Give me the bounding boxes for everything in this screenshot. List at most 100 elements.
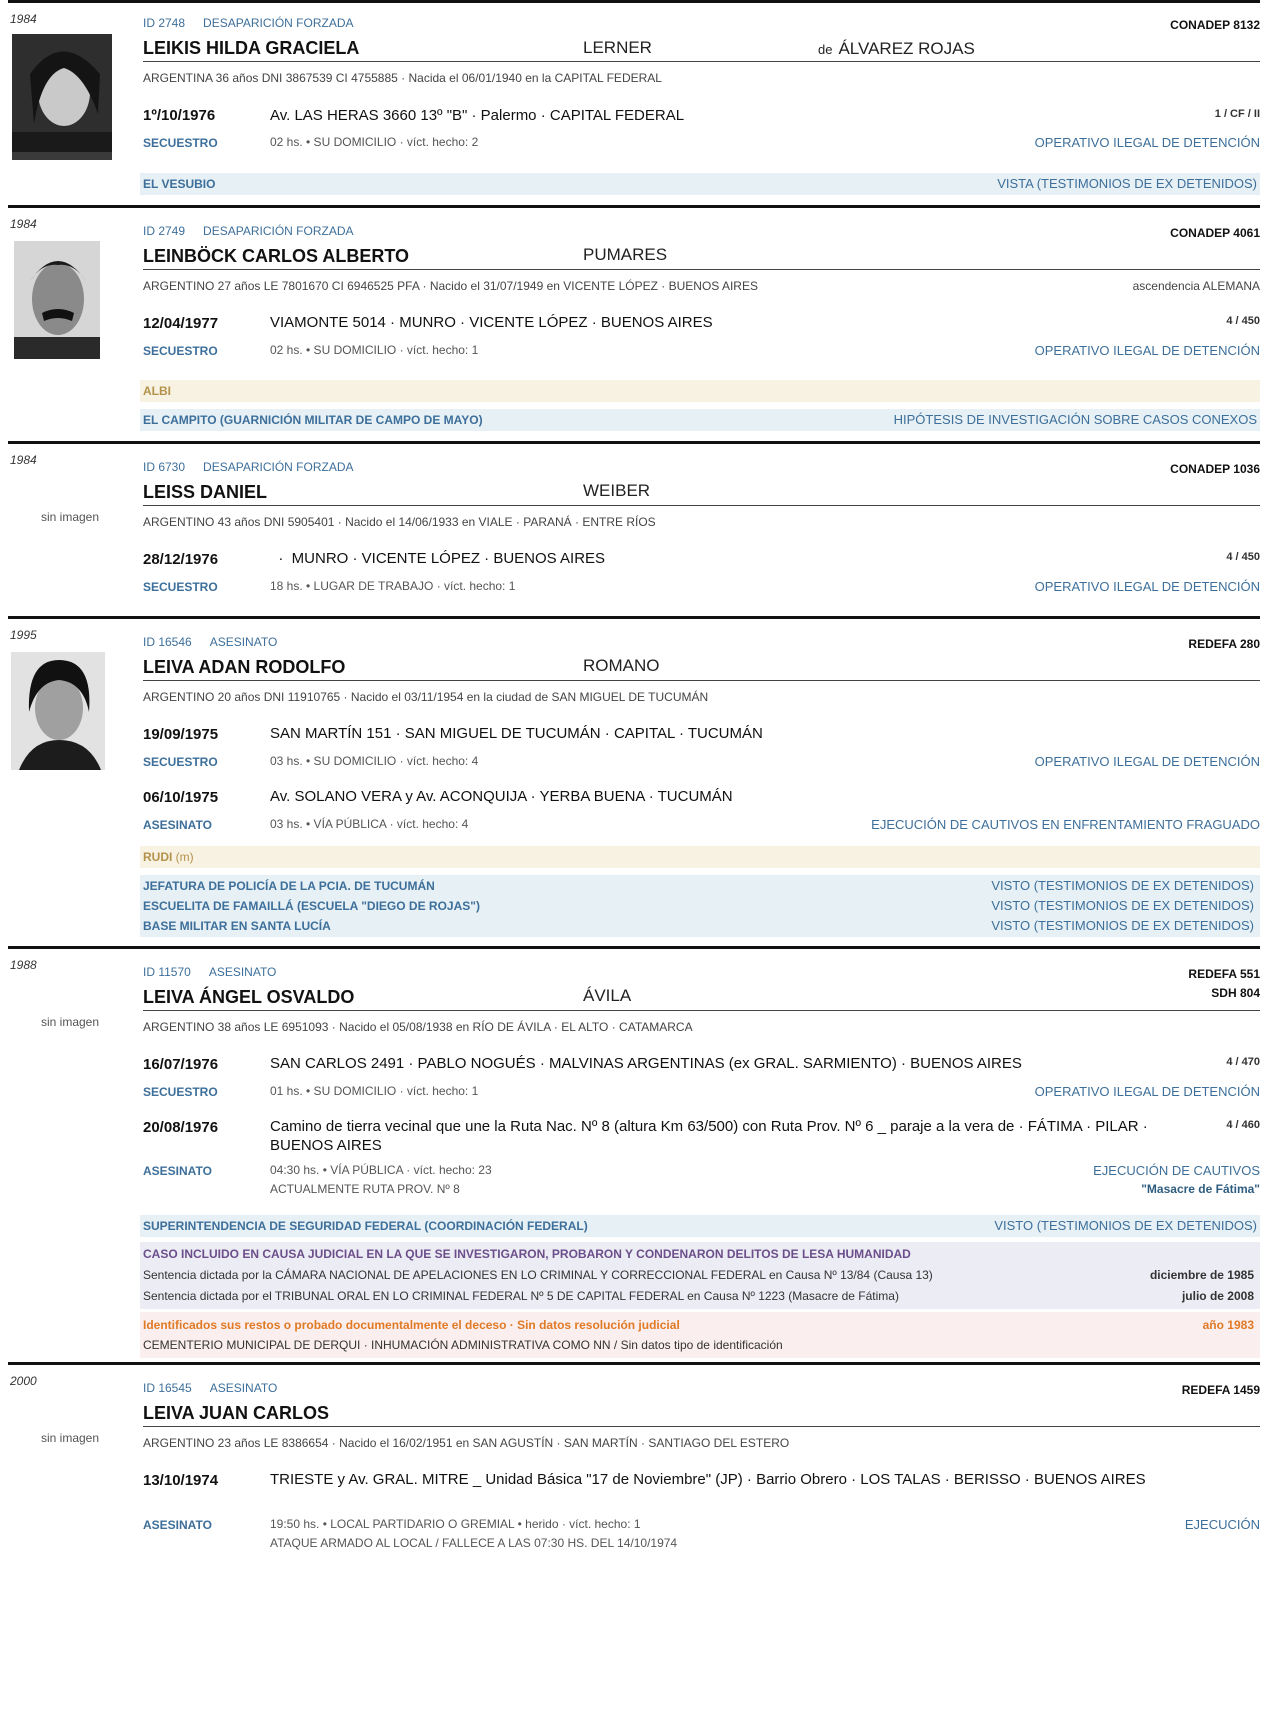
registry-code: REDEFA 551 [1188,967,1260,981]
event-detail: 01 hs. • SU DOMICILIO · víct. hecho: 1 [270,1084,479,1098]
victim-name: LEIVA ÁNGEL OSVALDO [143,987,355,1007]
record-id: ID 6730 DESAPARICIÓN FORZADA [143,460,354,474]
victim-married-name: de ÁLVAREZ ROJAS [818,39,975,58]
zone-code: 4 / 450 [1226,551,1260,563]
event-classification: OPERATIVO ILEGAL DE DETENCIÓN [1034,754,1260,769]
name-rule [143,505,1260,506]
event-date: 12/04/1977 [143,315,219,332]
event-address-2: Av. SOLANO VERA y Av. ACONQUIJA · YERBA … [270,788,733,805]
remains-block: Identificados sus restos o probado docum… [140,1312,1260,1358]
event-type: SECUESTRO [143,755,218,769]
registry-code: REDEFA 1459 [1181,1383,1260,1397]
name-rule [143,269,1260,270]
event-type: SECUESTRO [143,580,218,594]
event-detail: 03 hs. • SU DOMICILIO · víct. hecho: 4 [270,754,479,768]
record-id: ID 2748 DESAPARICIÓN FORZADA [143,16,354,30]
detention-center: EL VESUBIO VISTA (TESTIMONIOS DE EX DETEN… [140,173,1260,195]
name-rule [143,1010,1260,1011]
victim-maternal-surname: WEIBER [583,481,651,500]
event-classification-2: EJECUCIÓN DE CAUTIVOS EN ENFRENTAMIENTO … [871,817,1260,832]
victim-maternal-surname: LERNER [583,38,652,57]
record-id: ID 16545 ASESINATO [143,1381,278,1395]
record-year: 1984 [10,217,37,231]
detention-center: BASE MILITAR EN SANTA LUCÍA VISTO (TESTIM… [143,918,1254,933]
zone-code: 4 / 450 [1226,315,1260,327]
portrait-male-icon [11,652,105,770]
record-year: 2000 [10,1374,37,1388]
event-date: 28/12/1976 [143,551,219,568]
zone-code: 4 / 470 [1226,1056,1260,1068]
event-classification: EJECUCIÓN [1184,1517,1260,1532]
record-year: 1995 [10,628,37,642]
record-divider [8,205,1260,208]
record-year: 1988 [10,958,37,972]
event-detail-2: 04:30 hs. • VÍA PÚBLICA · víct. hecho: 2… [270,1163,492,1196]
record-year: 1984 [10,12,37,26]
event-classification-2: EJECUCIÓN DE CAUTIVOS "Masacre de Fátima" [1093,1163,1260,1196]
record-id: ID 16546 ASESINATO [143,635,278,649]
detention-centers: JEFATURA DE POLICÍA DE LA PCIA. DE TUCUM… [140,875,1260,937]
event-address: VIAMONTE 5014 · MUNRO · VICENTE LÓPEZ · … [270,314,713,331]
record-divider [8,946,1260,949]
detention-center: EL CAMPITO (GUARNICIÓN MILITAR DE CAMPO … [140,409,1260,431]
no-image-label: sin imagen [40,1015,100,1029]
registry-code-2: SDH 804 [1211,986,1260,1000]
record-year: 1984 [10,453,37,467]
personal-info: ARGENTINO 43 años DNI 5905401 · Nacido e… [143,515,656,529]
event-type-2: ASESINATO [143,818,212,832]
registry-code: CONADEP 8132 [1170,18,1260,32]
record-id: ID 11570 ASESINATO [143,965,277,979]
zone-code-2: 4 / 460 [1226,1119,1260,1131]
event-address-2: Camino de tierra vecinal que une la Ruta… [270,1118,1148,1154]
victim-maternal-surname: ÁVILA [583,986,632,1005]
no-image-label: sin imagen [40,1431,100,1445]
detention-center: ESCUELITA DE FAMAILLÁ (ESCUELA "DIEGO DE… [143,898,1254,913]
judicial-sentence: Sentencia dictada por la CÁMARA NACIONAL… [143,1268,1254,1282]
name-rule [143,1426,1260,1427]
event-address: SAN CARLOS 2491 · PABLO NOGUÉS · MALVINA… [270,1055,1022,1072]
victim-name: LEINBÖCK CARLOS ALBERTO [143,246,410,266]
event-address: TRIESTE y Av. GRAL. MITRE _ Unidad Básic… [270,1471,1146,1488]
name-rule [143,61,1260,62]
victim-name: LEIVA JUAN CARLOS [143,1403,330,1423]
detention-center: JEFATURA DE POLICÍA DE LA PCIA. DE TUCUM… [143,878,1254,893]
judicial-case-block: CASO INCLUIDO EN CAUSA JUDICIAL EN LA QU… [140,1242,1260,1309]
record-id: ID 2749 DESAPARICIÓN FORZADA [143,224,354,238]
event-date: 13/10/1974 [143,1472,219,1489]
event-type: ASESINATO [143,1518,212,1532]
personal-info: ARGENTINO 23 años LE 8386654 · Nacido el… [143,1436,790,1450]
judicial-sentence: Sentencia dictada por el TRIBUNAL ORAL E… [143,1289,1254,1303]
event-type: SECUESTRO [143,136,218,150]
event-classification: OPERATIVO ILEGAL DE DETENCIÓN [1034,1084,1260,1099]
judicial-case-title: CASO INCLUIDO EN CAUSA JUDICIAL EN LA QU… [143,1247,911,1261]
personal-info: ARGENTINO 20 años DNI 11910765 · Nacido … [143,690,709,704]
victim-name: LEIKIS HILDA GRACIELA [143,38,360,58]
nickname-band: RUDI (m) [140,846,1260,868]
event-classification: OPERATIVO ILEGAL DE DETENCIÓN [1034,135,1260,150]
event-date: 19/09/1975 [143,726,219,743]
event-classification: OPERATIVO ILEGAL DE DETENCIÓN [1034,579,1260,594]
event-type-2: ASESINATO [143,1164,212,1178]
event-address: SAN MARTÍN 151 · SAN MIGUEL DE TUCUMÁN ·… [270,725,763,742]
event-classification: OPERATIVO ILEGAL DE DETENCIÓN [1034,343,1260,358]
event-detail-2: 03 hs. • VÍA PÚBLICA · víct. hecho: 4 [270,817,469,831]
record-divider [8,616,1260,619]
event-date-2: 06/10/1975 [143,789,219,806]
event-date-2: 20/08/1976 [143,1119,219,1136]
remains-title: Identificados sus restos o probado docum… [143,1318,1254,1332]
record-divider [8,0,1260,3]
no-image-label: sin imagen [40,510,100,524]
portrait-photo [11,652,105,770]
registry-code: CONADEP 1036 [1170,462,1260,476]
registry-code: REDEFA 280 [1188,637,1260,651]
nickname-band: ALBI [140,380,1260,402]
portrait-photo [12,34,112,160]
event-type: SECUESTRO [143,1085,218,1099]
personal-info: ARGENTINO 27 años LE 7801670 CI 6946525 … [143,279,1260,293]
zone-code: 1 / CF / II [1214,108,1260,120]
event-address: · MUNRO · VICENTE LÓPEZ · BUENOS AIRES [270,550,606,567]
personal-info: ARGENTINO 38 años LE 6951093 · Nacido el… [143,1020,693,1034]
portrait-male-icon [14,241,100,359]
victim-name: LEIVA ADAN RODOLFO [143,657,346,677]
registry-code: CONADEP 4061 [1170,226,1260,240]
